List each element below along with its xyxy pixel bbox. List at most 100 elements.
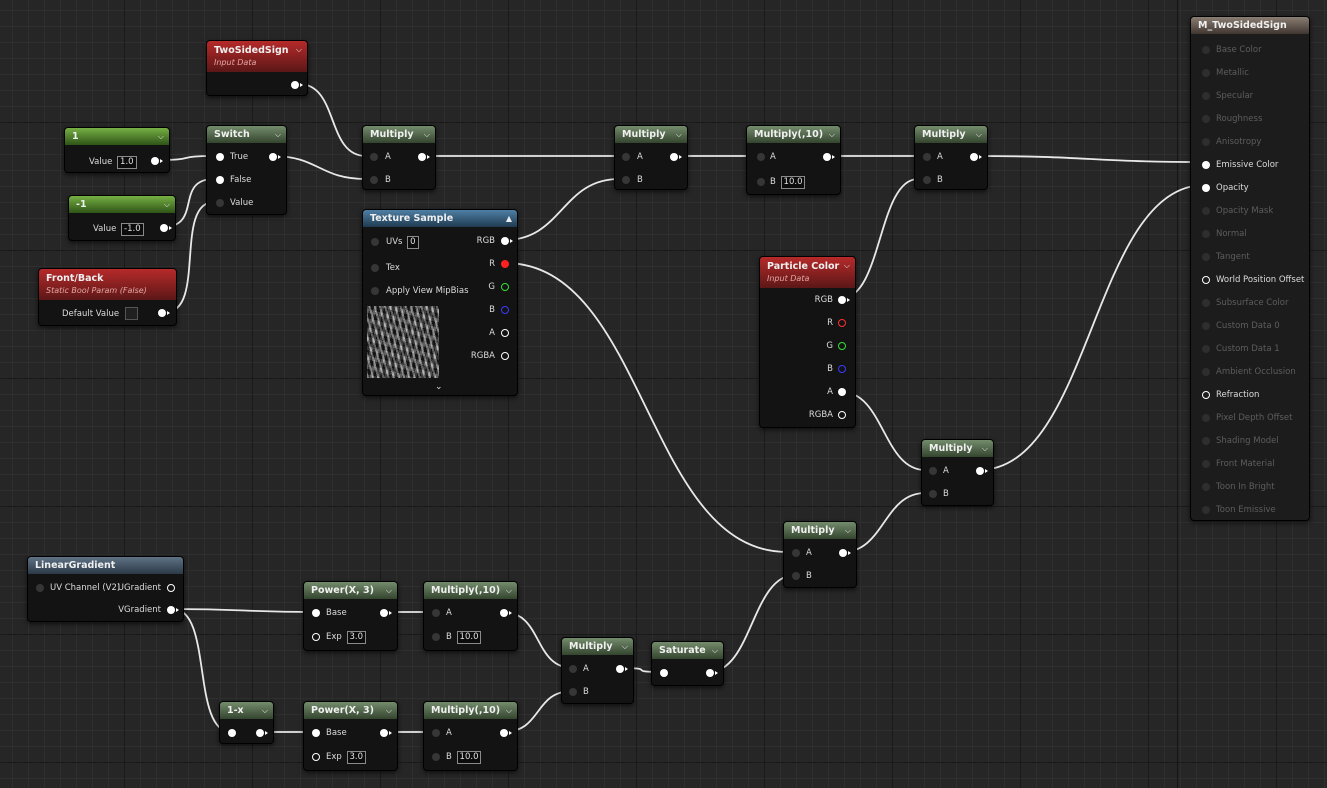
input-pin-refraction[interactable] [1202,391,1210,399]
node-header[interactable]: Multiply ⌵ [784,522,856,539]
node-switch[interactable]: Switch ⌵ True False Value [206,125,287,215]
input-pin-a[interactable] [757,153,765,161]
connection-wire[interactable] [172,608,317,613]
chevron-down-icon[interactable]: ⌵ [844,259,850,272]
node-saturate[interactable]: Saturate ⌵ [651,641,724,686]
input-pin-base[interactable] [312,729,320,737]
node-multiply[interactable]: Multiply ⌵ A B [783,521,857,588]
connection-wire[interactable] [978,184,1206,471]
output-pin[interactable] [823,153,835,161]
output-pin[interactable] [269,153,281,161]
node-header[interactable]: Multiply(,10) ⌵ [747,126,840,143]
output-pin-b[interactable] [501,306,509,314]
output-pin[interactable] [151,157,163,165]
output-pin[interactable] [418,153,430,161]
node-power[interactable]: Power(X, 3) ⌵ Base Exp 3.0 [303,581,398,651]
node-multiply[interactable]: Multiply ⌵ A B [921,439,994,506]
input-pin-b[interactable] [792,572,800,580]
node-header[interactable]: 1 ⌵ [65,128,169,145]
chevron-down-icon[interactable]: ⌵ [676,128,682,141]
node-header[interactable]: Front/Back Static Bool Param (False) [39,269,176,300]
input-pin-toon-in-bright[interactable] [1202,483,1210,491]
input-pin-tangent[interactable] [1202,253,1210,261]
output-pin-rgba[interactable] [838,411,846,419]
output-pin[interactable] [616,665,628,673]
input-pin-world-position-offset[interactable] [1202,276,1210,284]
node-header[interactable]: Saturate ⌵ [652,642,723,659]
input-pin-custom-data-0[interactable] [1202,322,1210,330]
node-multiply-10[interactable]: Multiply(,10) ⌵ A B 10.0 [423,701,518,771]
input-pin-normal[interactable] [1202,230,1210,238]
output-pin[interactable] [670,153,682,161]
input-pin-false[interactable] [216,176,224,184]
input-pin-b[interactable] [432,633,440,641]
input-pin-exp[interactable] [312,753,320,761]
output-pin[interactable] [500,609,512,617]
chevron-down-icon[interactable]: ⌵ [164,198,170,211]
output-pin-rgba[interactable] [501,352,509,360]
b-value-field[interactable]: 10.0 [456,751,482,764]
output-pin[interactable] [500,729,512,737]
input-pin-true[interactable] [216,153,224,161]
input-pin-opacity-mask[interactable] [1202,207,1210,215]
exp-value-field[interactable]: 3.0 [346,751,367,764]
chevron-down-icon[interactable]: ⌵ [296,43,302,56]
node-header[interactable]: M_TwoSidedSign [1191,17,1309,34]
node-header[interactable]: -1 ⌵ [69,196,175,213]
input-pin-base-color[interactable] [1202,46,1210,54]
input-pin[interactable] [228,729,236,737]
output-pin[interactable] [839,549,851,557]
input-pin-a[interactable] [792,549,800,557]
connection-wire[interactable] [504,178,620,241]
input-pin-pixel-depth-offset[interactable] [1202,414,1210,422]
node-material-result[interactable]: M_TwoSidedSign Base Color Metallic Specula… [1190,16,1310,521]
input-pin-base[interactable] [312,609,320,617]
node-header[interactable]: Multiply ⌵ [363,126,435,143]
node-header[interactable]: Multiply ⌵ [615,126,687,143]
input-pin[interactable] [660,669,668,677]
value-field[interactable]: -1.0 [121,223,144,236]
input-pin-value[interactable] [216,199,224,207]
input-pin-tex[interactable] [371,264,379,272]
chevron-down-icon[interactable]: ⌵ [845,524,851,537]
node-multiply[interactable]: Multiply ⌵ A B [362,125,436,190]
input-pin-subsurface-color[interactable] [1202,299,1210,307]
output-pin-b[interactable] [838,365,846,373]
chevron-down-icon[interactable]: ⌄ [435,382,443,392]
uvs-field[interactable]: 0 [407,236,419,249]
chevron-up-icon[interactable]: ▲ [506,212,512,225]
default-value-checkbox[interactable] [124,307,138,320]
chevron-down-icon[interactable]: ⌵ [712,644,718,657]
input-pin-emissive-color[interactable] [1202,161,1210,169]
node-header[interactable]: Multiply(,10) ⌵ [424,702,517,719]
output-pin[interactable] [380,729,392,737]
output-pin-a[interactable] [501,329,509,337]
node-header[interactable]: Texture Sample ▲ [363,210,517,227]
input-pin-roughness[interactable] [1202,115,1210,123]
node-multiply[interactable]: Multiply ⌵ A B [561,637,634,704]
output-pin-r[interactable] [838,319,846,327]
node-constant-minus1[interactable]: -1 ⌵ Value -1.0 [68,195,176,241]
input-pin-b[interactable] [432,753,440,761]
node-texture-sample[interactable]: Texture Sample ▲ UVs 0 Tex Apply View Mi… [362,209,518,396]
output-pin-g[interactable] [501,283,509,291]
b-value-field[interactable]: 10.0 [780,176,806,189]
chevron-down-icon[interactable]: ⌵ [275,128,281,141]
chevron-down-icon[interactable]: ⌵ [386,584,392,597]
output-pin[interactable] [706,669,718,677]
input-pin-b[interactable] [370,176,378,184]
input-pin-front-material[interactable] [1202,460,1210,468]
input-pin-anisotropy[interactable] [1202,138,1210,146]
node-header[interactable]: Multiply ⌵ [562,638,633,655]
chevron-down-icon[interactable]: ⌵ [976,128,982,141]
chevron-down-icon[interactable]: ⌵ [262,704,268,717]
node-power[interactable]: Power(X, 3) ⌵ Base Exp 3.0 [303,701,398,771]
node-header[interactable]: Switch ⌵ [207,126,286,143]
input-pin-exp[interactable] [312,633,320,641]
node-multiply-10[interactable]: Multiply(,10) ⌵ A B 10.0 [746,125,841,195]
input-pin-a[interactable] [432,609,440,617]
node-header[interactable]: 1-x ⌵ [220,702,273,719]
node-constant-1[interactable]: 1 ⌵ Value 1.0 [64,127,170,173]
input-pin-metallic[interactable] [1202,69,1210,77]
input-pin-mipbias[interactable] [371,287,379,295]
